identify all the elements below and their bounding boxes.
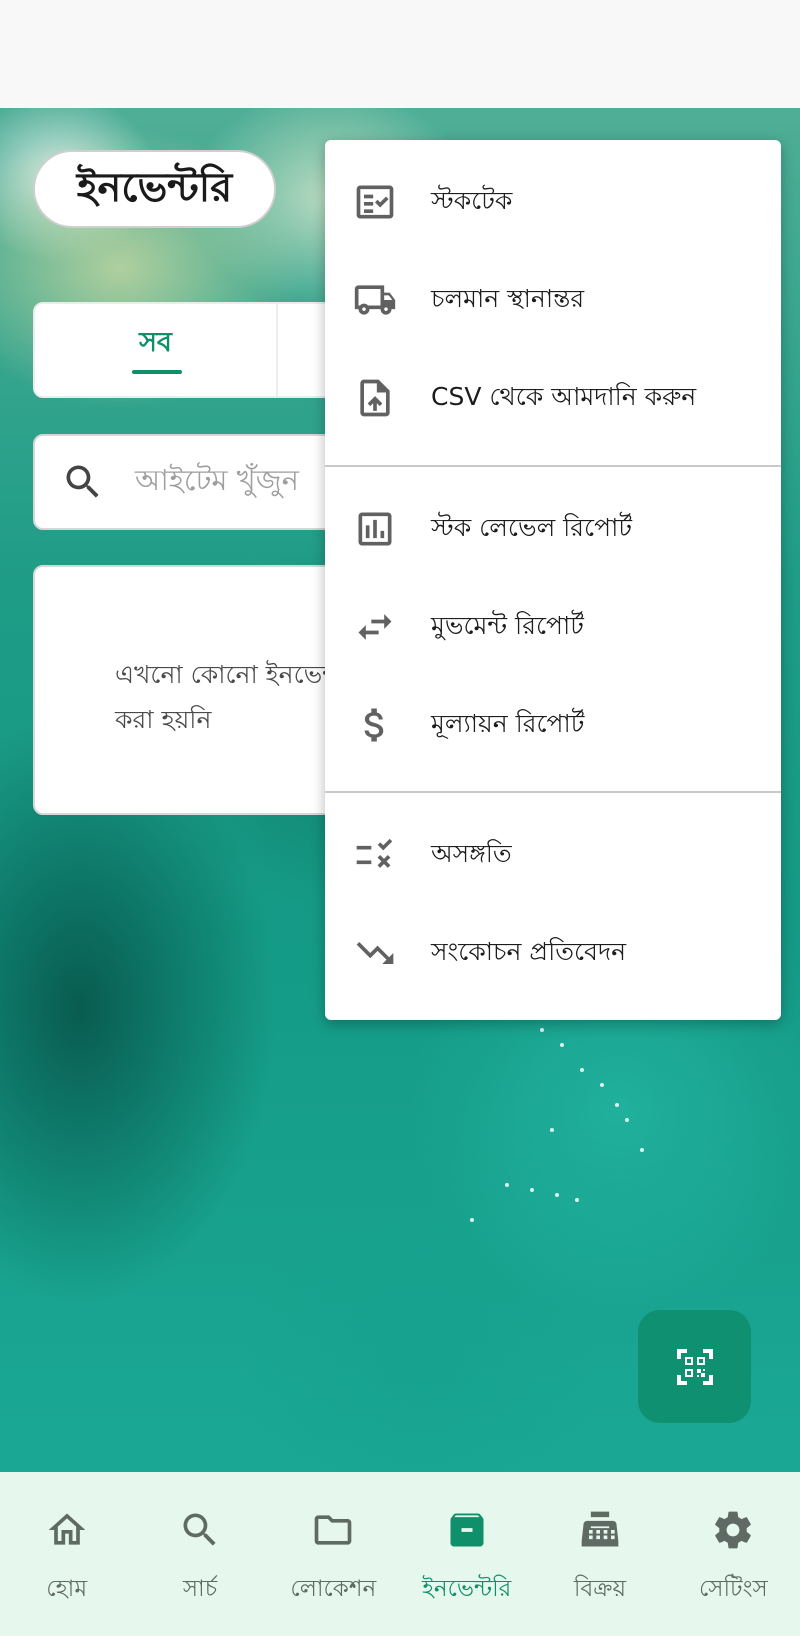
search-icon — [178, 1508, 222, 1552]
overflow-menu: স্টকটেক চলমান স্থানান্তর CSV থেকে আমদানি… — [325, 140, 781, 1020]
gear-icon — [711, 1508, 755, 1552]
menu-item-label: অসঙ্গতি — [431, 838, 512, 868]
menu-item-label: মূল্যায়ন রিপোর্ট — [431, 708, 585, 738]
nav-item-label: হোম — [46, 1576, 88, 1602]
page-title: ইনভেন্টরি — [33, 150, 276, 228]
menu-item-stocktake[interactable]: স্টকটেক — [325, 153, 781, 251]
menu-item-discrepancies[interactable]: অসঙ্গতি — [325, 806, 781, 904]
truck-icon — [353, 278, 397, 322]
menu-item-shrinkage-report[interactable]: সংকোচন প্রতিবেদন — [325, 904, 781, 1002]
cash-register-icon — [578, 1508, 622, 1552]
checklist-icon — [353, 180, 397, 224]
tab-selected-indicator — [132, 370, 182, 374]
folder-icon — [311, 1508, 355, 1552]
nav-item-sales[interactable]: বিক্রয় — [533, 1472, 666, 1636]
bar-chart-icon — [353, 507, 397, 551]
menu-divider — [325, 465, 781, 467]
menu-item-stock-level-report[interactable]: স্টক লেভেল রিপোর্ট — [325, 480, 781, 578]
nav-item-inventory[interactable]: ইনভেন্টরি — [400, 1472, 533, 1636]
nav-item-label: সার্চ — [182, 1576, 218, 1602]
trending-down-icon — [353, 931, 397, 975]
menu-item-import-csv[interactable]: CSV থেকে আমদানি করুন — [325, 349, 781, 447]
rule-mismatch-icon — [353, 833, 397, 877]
nav-item-search[interactable]: সার্চ — [133, 1472, 266, 1636]
menu-item-label: সংকোচন প্রতিবেদন — [431, 936, 627, 966]
tab-all-label: সব — [139, 326, 172, 358]
nav-item-settings[interactable]: সেটিংস — [667, 1472, 800, 1636]
menu-item-transfers[interactable]: চলমান স্থানান্তর — [325, 251, 781, 349]
nav-item-label: সেটিংস — [698, 1576, 768, 1602]
file-upload-icon — [353, 376, 397, 420]
dollar-icon — [353, 703, 397, 747]
bottom-navigation: হোম সার্চ লোকেশন ইনভেন্টরি বিক্রয় সেটিং… — [0, 1472, 800, 1636]
qr-scan-icon — [676, 1348, 713, 1385]
menu-item-label: মুভমেন্ট রিপোর্ট — [431, 610, 584, 640]
status-bar — [0, 0, 800, 108]
nav-item-label: লোকেশন — [290, 1576, 377, 1602]
menu-item-label: চলমান স্থানান্তর — [431, 283, 585, 313]
menu-item-label: CSV থেকে আমদানি করুন — [431, 381, 697, 411]
nav-item-label: ইনভেন্টরি — [421, 1576, 512, 1602]
scan-fab[interactable] — [638, 1310, 751, 1423]
menu-item-label: স্টক লেভেল রিপোর্ট — [431, 512, 632, 542]
search-icon — [66, 465, 99, 498]
search-placeholder: আইটেম খুঁজুন — [135, 462, 299, 497]
menu-item-valuation-report[interactable]: মূল্যায়ন রিপোর্ট — [325, 676, 781, 774]
nav-item-home[interactable]: হোম — [0, 1472, 133, 1636]
menu-item-movement-report[interactable]: মুভমেন্ট রিপোর্ট — [325, 578, 781, 676]
nav-item-location[interactable]: লোকেশন — [267, 1472, 400, 1636]
inventory-box-icon — [445, 1508, 489, 1552]
swap-arrows-icon — [353, 605, 397, 649]
menu-divider — [325, 791, 781, 793]
tab-all[interactable]: সব — [35, 304, 278, 396]
home-icon — [45, 1508, 89, 1552]
menu-item-label: স্টকটেক — [431, 185, 513, 215]
nav-item-label: বিক্রয় — [573, 1576, 627, 1602]
